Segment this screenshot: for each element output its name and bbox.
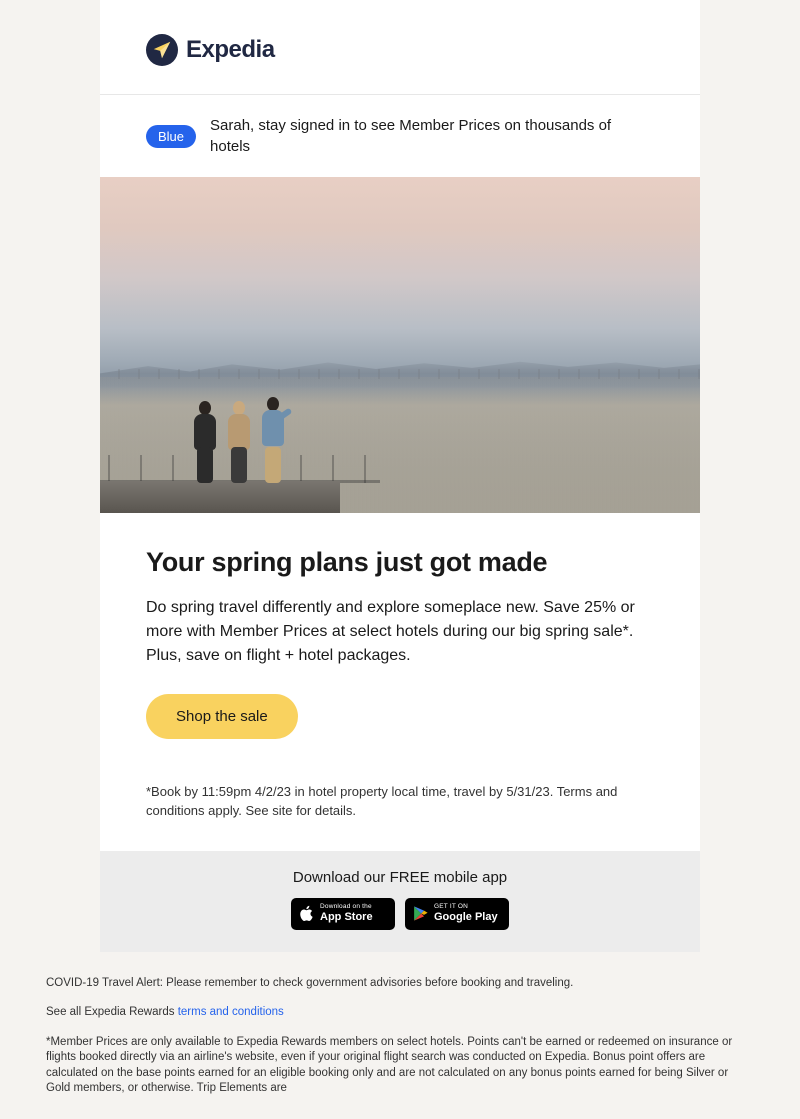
rewards-prefix: See all Expedia Rewards (46, 1006, 178, 1018)
app-download-title: Download our FREE mobile app (146, 869, 654, 886)
email-container: Expedia Blue Sarah, stay signed in to se… (100, 0, 700, 952)
member-disclaimer: *Member Prices are only available to Exp… (46, 1035, 754, 1097)
google-play-button[interactable]: GET IT ON Google Play (405, 898, 509, 930)
hero-image (100, 177, 700, 513)
fine-print: *Book by 11:59pm 4/2/23 in hotel propert… (146, 783, 654, 821)
body-copy: Do spring travel differently and explore… (146, 596, 654, 668)
shop-sale-button[interactable]: Shop the sale (146, 694, 298, 739)
google-bottom-text: Google Play (434, 912, 498, 923)
google-top-text: GET IT ON (434, 904, 498, 911)
app-store-button[interactable]: Download on the App Store (291, 898, 395, 930)
rewards-line: See all Expedia Rewards terms and condit… (46, 1005, 754, 1021)
member-tier-badge: Blue (146, 125, 196, 148)
apple-top-text: Download on the (320, 904, 373, 911)
member-status-bar: Blue Sarah, stay signed in to see Member… (100, 95, 700, 177)
apple-icon (298, 905, 315, 922)
store-buttons: Download on the App Store GET IT ON Goog… (146, 898, 654, 930)
google-play-icon (412, 905, 429, 922)
plane-icon (146, 34, 178, 66)
covid-alert: COVID-19 Travel Alert: Please remember t… (46, 976, 754, 992)
brand-logo[interactable]: Expedia (146, 34, 654, 66)
app-download-section: Download our FREE mobile app Download on… (100, 851, 700, 952)
headline: Your spring plans just got made (146, 547, 654, 578)
apple-bottom-text: App Store (320, 912, 373, 923)
main-content: Your spring plans just got made Do sprin… (100, 513, 700, 851)
terms-link[interactable]: terms and conditions (178, 1006, 284, 1018)
member-message: Sarah, stay signed in to see Member Pric… (210, 115, 654, 157)
footer: COVID-19 Travel Alert: Please remember t… (0, 952, 800, 1119)
header: Expedia (100, 0, 700, 95)
brand-name: Expedia (186, 36, 275, 64)
